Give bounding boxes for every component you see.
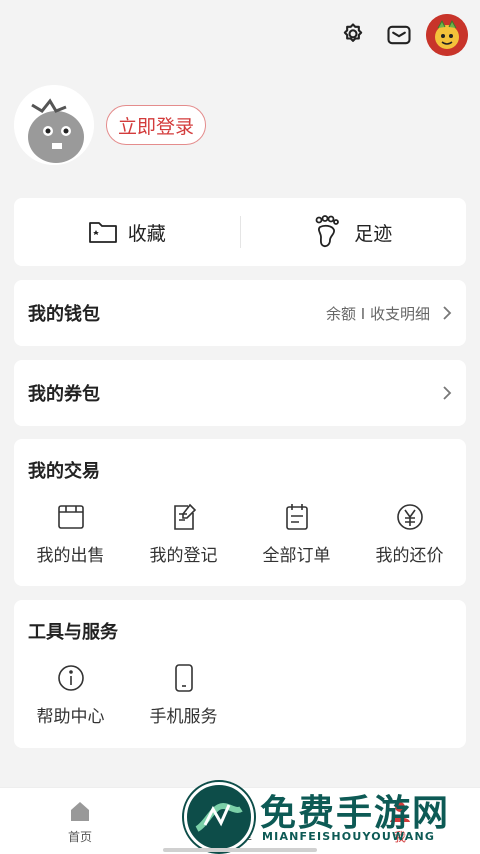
avatar[interactable] [14,85,94,165]
chevron-right-icon [443,306,452,320]
watermark-subtitle: MIANFEISHOUYOUWANG [262,830,436,843]
info-icon [57,665,84,691]
footprints-label: 足迹 [354,222,393,245]
avatar[interactable] [426,14,468,56]
coupons-title: 我的券包 [28,384,100,405]
folder-icon [88,222,117,243]
grid-label: 我的登记 [149,546,218,566]
favorites-card: 收藏 足迹 [14,198,466,266]
favorites-button[interactable]: 收藏 [14,219,240,246]
mail-icon[interactable] [384,20,414,50]
home-icon [71,801,89,821]
grid-label: 我的出售 [36,546,105,566]
login-button[interactable]: 立即登录 [106,105,206,145]
wallet-detail-text: 余额 I 收支明细 [326,304,430,323]
watermark-logo [184,782,254,852]
grid-label: 帮助中心 [36,707,105,727]
favorites-label: 收藏 [127,222,166,245]
grid-label: 手机服务 [149,707,218,727]
footprints-button[interactable]: 足迹 [241,215,467,249]
home-indicator [163,848,317,852]
wallet-title: 我的钱包 [28,304,100,325]
my-bargain-button[interactable]: 我的还价 [353,501,466,566]
edit-doc-icon [173,503,196,530]
wallet-detail[interactable]: 余额 I 收支明细 [326,303,452,324]
yuan-icon [396,504,423,530]
coupons-row[interactable]: 我的券包 [14,360,466,426]
nav-home[interactable]: 首页 [0,788,160,854]
footprint-icon [315,215,340,248]
chevron-right-icon [443,386,452,400]
tools-title: 工具与服务 [28,622,118,643]
all-orders-button[interactable]: 全部订单 [240,501,353,566]
shop-icon [57,505,84,529]
wallet-row[interactable]: 我的钱包 余额 I 收支明细 [14,280,466,346]
watermark-title: 免费手游网 [260,793,451,834]
trade-title: 我的交易 [28,461,100,482]
top-bar [0,0,480,72]
my-sales-button[interactable]: 我的出售 [14,501,127,566]
watermark: 免费手游网 MIANFEISHOUYOUWANG [182,780,480,852]
my-registration-button[interactable]: 我的登记 [127,501,240,566]
phone-icon [174,664,193,692]
trade-card: 我的交易 我的出售 我的登记 全部订单 我的还价 [14,439,466,586]
order-list-icon [285,504,308,530]
grid-label: 全部订单 [262,546,331,566]
settings-icon[interactable] [338,20,368,50]
tools-card: 工具与服务 帮助中心 手机服务 [14,600,466,748]
help-center-button[interactable]: 帮助中心 [14,662,127,727]
phone-service-button[interactable]: 手机服务 [127,662,240,727]
nav-label: 首页 [67,829,92,844]
grid-label: 我的还价 [375,546,444,566]
